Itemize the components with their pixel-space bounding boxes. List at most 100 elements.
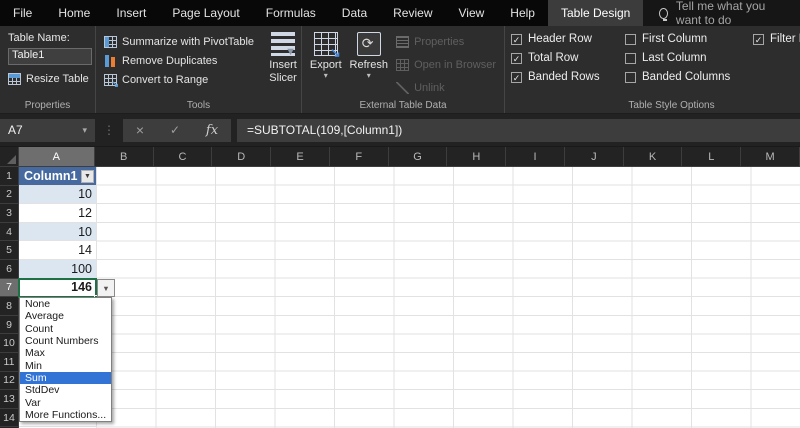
enter-icon[interactable]: ✓ [170, 123, 180, 137]
refresh-label: Refresh [349, 59, 389, 71]
dropdown-item-more-functions[interactable]: More Functions... [20, 409, 111, 421]
column-header-h[interactable]: H [447, 147, 507, 167]
select-all-corner[interactable] [0, 147, 19, 167]
checkbox-total-row[interactable]: ✓ Total Row [511, 52, 615, 64]
checkbox-last-column[interactable]: Last Column [625, 52, 743, 64]
gridlines [96, 167, 800, 428]
column-header-c[interactable]: C [153, 147, 213, 167]
column-headers: ABCDEFGHIJKLM [0, 147, 800, 167]
row-header-6[interactable]: 6 [0, 259, 19, 279]
dropdown-item-var[interactable]: Var [20, 397, 111, 409]
checkbox-banded-rows[interactable]: ✓ Banded Rows [511, 71, 615, 83]
tab-insert[interactable]: Insert [103, 0, 159, 26]
dropdown-item-sum[interactable]: Sum [20, 371, 111, 385]
refresh-icon [356, 32, 381, 56]
tab-file[interactable]: File [0, 0, 45, 26]
checkbox-unchecked-icon [625, 71, 636, 83]
resize-table-button[interactable]: Resize Table [6, 69, 89, 88]
row-header-10[interactable]: 10 [0, 334, 19, 353]
pivottable-icon [104, 35, 117, 48]
column-header-d[interactable]: D [212, 147, 272, 167]
filter-button-icon[interactable]: ▼ [81, 169, 94, 183]
cell-a2[interactable]: 10 [19, 185, 96, 205]
table-name-input[interactable]: Table1 [8, 48, 92, 65]
column-header-j[interactable]: J [564, 147, 624, 167]
insert-slicer-label: Insert Slicer [269, 59, 297, 85]
row-header-12[interactable]: 12 [0, 371, 19, 391]
summarize-with-pivottable-button[interactable]: Summarize with PivotTable [102, 32, 256, 51]
tab-formulas[interactable]: Formulas [253, 0, 329, 26]
row-header-11[interactable]: 11 [0, 352, 19, 372]
name-box[interactable]: A7 ▾ [0, 118, 95, 142]
table-header-cell[interactable]: Column1 ▼ [19, 167, 96, 186]
chevron-down-icon: ▾ [366, 71, 371, 80]
open-in-browser-label: Open in Browser [414, 58, 496, 71]
row-header-13[interactable]: 13 [0, 390, 19, 409]
column-header-g[interactable]: G [388, 147, 448, 167]
column-header-m[interactable]: M [741, 147, 800, 167]
refresh-button[interactable]: Refresh ▾ [349, 30, 389, 99]
tab-review[interactable]: Review [380, 0, 445, 26]
checkbox-banded-columns[interactable]: Banded Columns [625, 71, 743, 83]
checkbox-checked-icon: ✓ [511, 33, 522, 45]
dropdown-item-max[interactable]: Max [20, 347, 111, 359]
total-cell-a7[interactable]: 146 [19, 278, 96, 298]
row-header-14[interactable]: 14 [0, 408, 19, 428]
column-header-a[interactable]: A [18, 147, 95, 167]
checkbox-checked-icon: ✓ [511, 71, 522, 83]
dropdown-item-count[interactable]: Count [20, 323, 111, 335]
tab-page-layout[interactable]: Page Layout [159, 0, 252, 26]
column-header-i[interactable]: I [506, 147, 565, 167]
properties-button-disabled: Properties [394, 32, 498, 51]
group-label-table-style-options: Table Style Options [628, 100, 715, 111]
name-box-dropdown-icon[interactable]: ▾ [82, 125, 87, 136]
convert-to-range-button[interactable]: Convert to Range [102, 70, 256, 90]
tab-view[interactable]: View [446, 0, 498, 26]
cell-grid[interactable]: Column1 ▼ 10 12 10 14 100 146 ▼ None Average Coun… [18, 167, 800, 428]
name-box-value: A7 [8, 123, 23, 137]
row-header-5[interactable]: 5 [0, 241, 19, 260]
row-header-7[interactable]: 7 [0, 278, 19, 298]
row-header-8[interactable]: 8 [0, 297, 19, 316]
total-row-function-dropdown: None Average Count Count Numbers Max Min Sum St… [19, 297, 112, 423]
row-header-9[interactable]: 9 [0, 315, 19, 335]
group-label-external-table-data: External Table Data [359, 100, 447, 111]
remove-duplicates-button[interactable]: Remove Duplicates [102, 51, 256, 70]
cell-a6[interactable]: 100 [19, 259, 96, 279]
row-header-2[interactable]: 2 [0, 185, 19, 205]
insert-slicer-button[interactable]: Insert Slicer [262, 30, 304, 99]
dropdown-item-average[interactable]: Average [20, 310, 111, 322]
dropdown-item-stddev[interactable]: StdDev [20, 384, 111, 396]
row-header-3[interactable]: 3 [0, 204, 19, 223]
dropdown-item-count-numbers[interactable]: Count Numbers [20, 335, 111, 347]
tell-me-box[interactable]: Tell me what you want to do [643, 0, 800, 27]
cell-a5[interactable]: 14 [19, 241, 96, 260]
cell-a3[interactable]: 12 [19, 204, 96, 223]
checkbox-filter-button[interactable]: ✓ Filter Button [753, 33, 800, 45]
checkbox-header-row[interactable]: ✓ Header Row [511, 33, 615, 45]
column-header-e[interactable]: E [271, 147, 330, 167]
dropdown-item-none[interactable]: None [20, 298, 111, 310]
row-header-1[interactable]: 1 [0, 167, 19, 186]
column-header-b[interactable]: B [94, 147, 154, 167]
tab-data[interactable]: Data [329, 0, 380, 26]
total-row-dropdown-button[interactable]: ▼ [97, 278, 115, 298]
column-header-f[interactable]: F [329, 147, 389, 167]
properties-label: Properties [414, 35, 465, 48]
cancel-icon[interactable]: × [136, 122, 144, 138]
checkbox-first-column[interactable]: First Column [625, 33, 743, 45]
tab-home[interactable]: Home [45, 0, 103, 26]
formula-input[interactable]: =SUBTOTAL(109,[Column1]) [237, 118, 800, 142]
tab-help[interactable]: Help [497, 0, 548, 26]
row-header-4[interactable]: 4 [0, 222, 19, 242]
column-header-k[interactable]: K [623, 147, 683, 167]
tab-table-design[interactable]: Table Design [547, 0, 644, 26]
export-button[interactable]: Export ▾ [308, 30, 344, 99]
dropdown-item-min[interactable]: Min [20, 360, 111, 372]
tell-me-label: Tell me what you want to do [675, 0, 766, 27]
column-header-l[interactable]: L [682, 147, 742, 167]
ribbon-group-tools: Summarize with PivotTable Remove Duplica… [96, 26, 302, 113]
remove-duplicates-icon [104, 54, 117, 67]
cell-a4[interactable]: 10 [19, 222, 96, 242]
insert-function-icon[interactable]: fx [206, 123, 218, 138]
